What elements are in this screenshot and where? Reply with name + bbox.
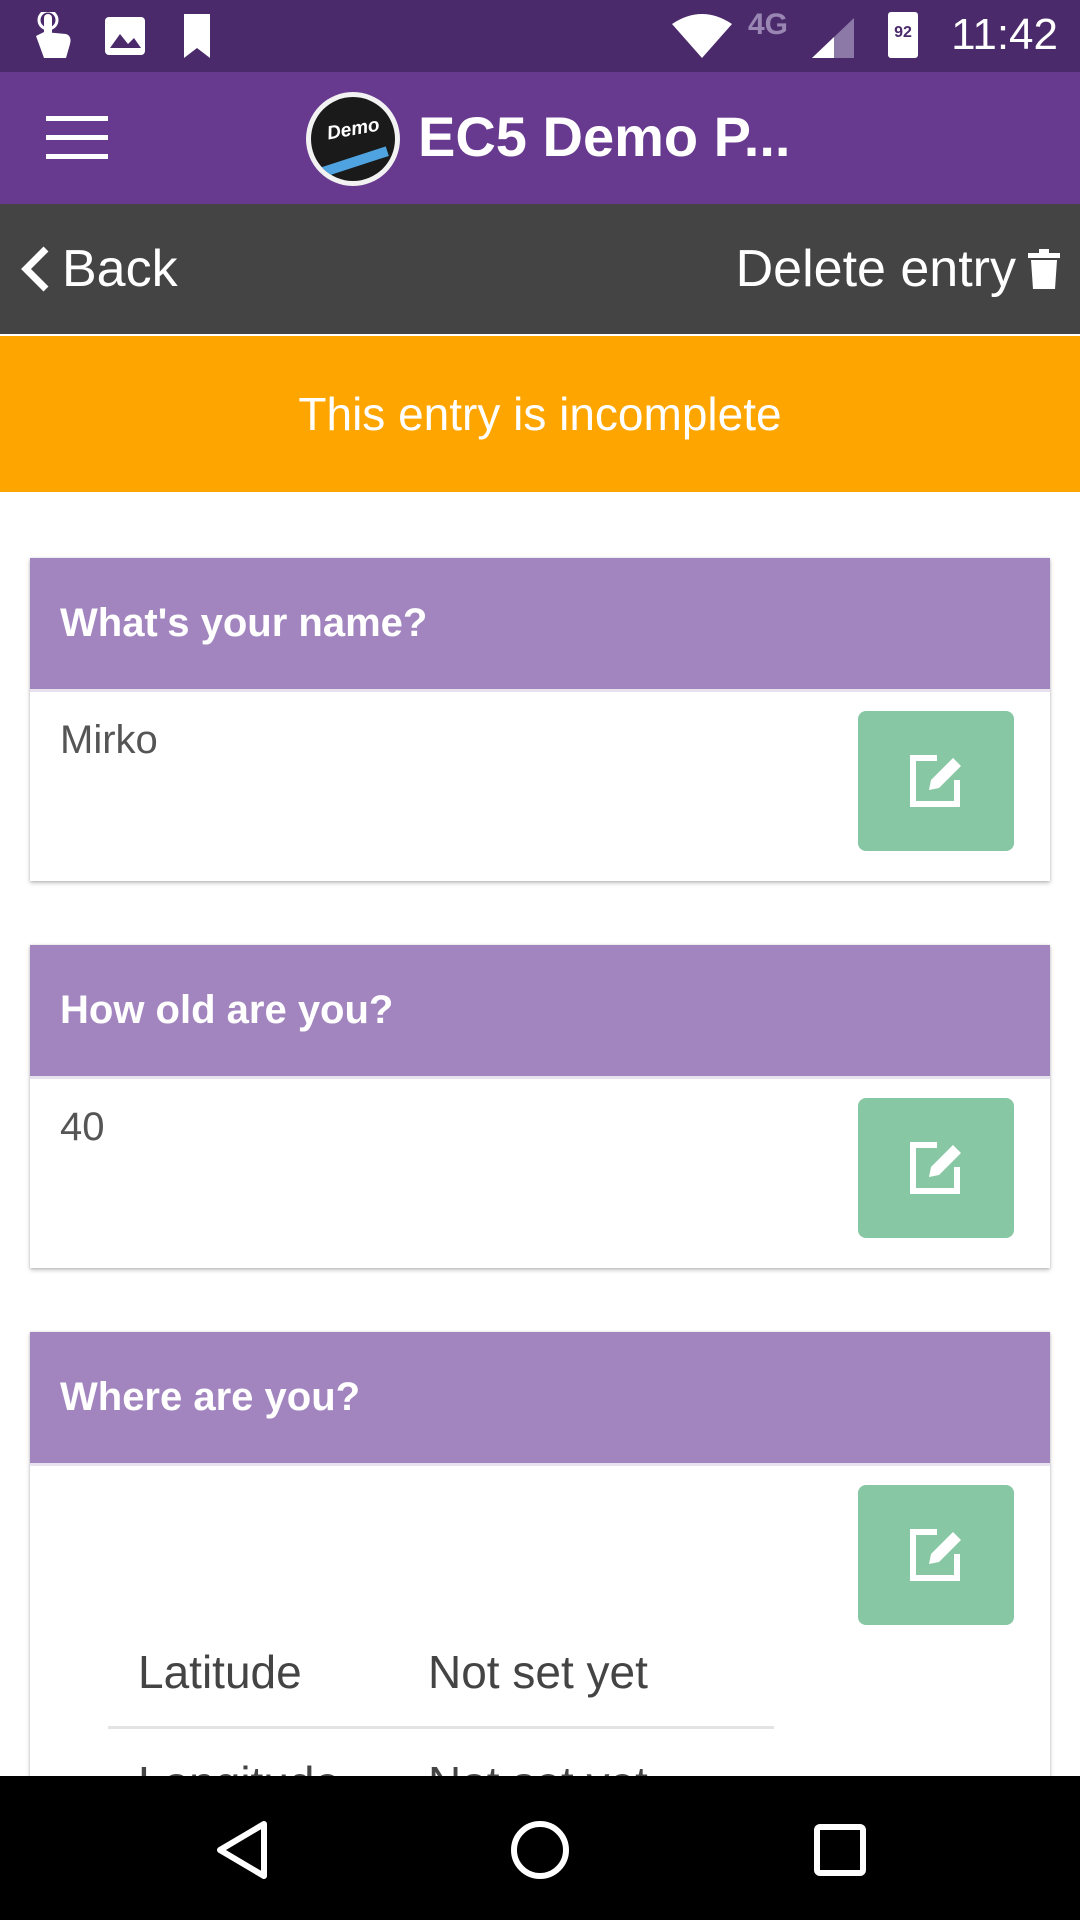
entry-toolbar: Back Delete entry [0,204,1080,334]
home-circle-icon[interactable] [510,1820,570,1880]
project-logo: Demo [306,92,400,186]
location-row-latitude: Latitude Not set yet [108,1618,774,1729]
signal-icon [812,18,854,58]
edit-answer-button[interactable] [858,711,1014,851]
page-title: EC5 Demo P... [418,105,791,168]
network-type-label: 4G [748,8,789,41]
answer-value: 40 [60,1105,105,1149]
project-logo-text: Demo [325,114,382,145]
question-card: Where are you? Latitude Not set yet Long… [30,1332,1050,1840]
status-bar: 4G 92 11:42 [0,0,1080,72]
delete-entry-label: Delete entry [735,240,1016,298]
trash-icon [1028,249,1060,289]
location-value: Not set yet [428,1618,774,1729]
status-time: 11:42 [951,10,1058,59]
incomplete-entry-text: This entry is incomplete [298,388,782,440]
recents-square-icon[interactable] [814,1824,866,1876]
edit-icon [910,1529,961,1581]
edit-answer-button[interactable] [858,1485,1014,1625]
battery-level: 92 [894,24,912,41]
answer-value: Mirko [60,718,158,762]
touch-app-icon [36,12,71,58]
battery-icon: 92 [888,12,918,58]
chevron-left-icon [21,246,49,292]
edit-answer-button[interactable] [858,1098,1014,1238]
wifi-icon [672,14,732,58]
app-bar: Demo EC5 Demo P... [0,72,1080,204]
edit-icon [910,1142,961,1194]
delete-entry-button[interactable]: Delete entry [736,234,1060,304]
menu-icon[interactable] [46,116,108,160]
image-icon [105,17,145,55]
incomplete-entry-banner: This entry is incomplete [0,336,1080,492]
back-triangle-icon[interactable] [214,1820,270,1880]
question-title: Where are you? [30,1332,1050,1466]
back-button[interactable]: Back [20,234,178,304]
question-title: What's your name? [30,558,1050,692]
question-card: What's your name? Mirko [30,558,1050,881]
question-title: How old are you? [30,945,1050,1079]
system-nav-bar [0,1776,1080,1920]
edit-icon [910,755,961,807]
bookmark-icon [184,14,210,58]
question-card: How old are you? 40 [30,945,1050,1268]
back-label: Back [62,240,178,298]
location-label: Latitude [108,1618,428,1729]
